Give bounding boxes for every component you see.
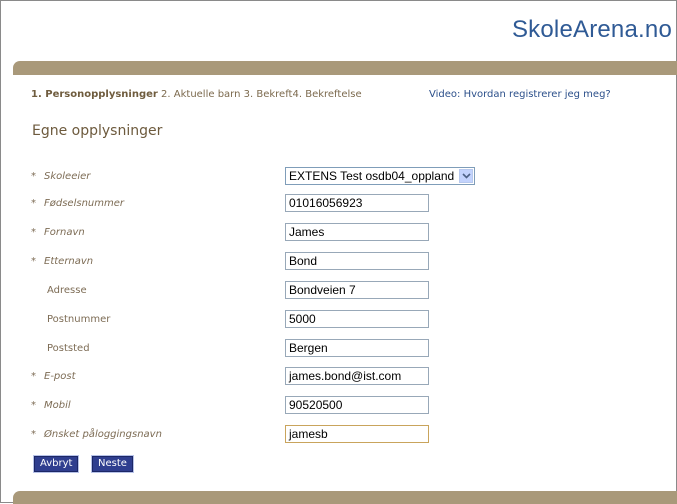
- fornavn-input[interactable]: James: [285, 223, 429, 241]
- row-fornavn: * Fornavn James: [1, 223, 677, 245]
- next-button[interactable]: Neste: [91, 455, 134, 473]
- step-bekreftelse: 4. Bekreftelse: [292, 89, 362, 100]
- etternavn-input[interactable]: Bond: [285, 252, 429, 270]
- adresse-label: Adresse: [47, 285, 87, 296]
- skoleeier-selected-value: EXTENS Test osdb04_oppland: [289, 169, 455, 183]
- row-etternavn: * Etternavn Bond: [1, 252, 677, 274]
- fodselsnummer-label: * Fødselsnummer: [31, 198, 124, 209]
- video-help-link[interactable]: Video: Hvordan registrerer jeg meg?: [429, 89, 611, 100]
- row-postnummer: Postnummer 5000: [1, 310, 677, 332]
- postnummer-input[interactable]: 5000: [285, 310, 429, 328]
- skoleeier-label: * Skoleeier: [31, 171, 91, 182]
- step-personopplysninger: 1. Personopplysninger: [31, 89, 158, 100]
- footer-bar: [13, 491, 677, 504]
- row-skoleeier: * Skoleeier EXTENS Test osdb04_oppland: [1, 167, 677, 189]
- row-fodselsnummer: * Fødselsnummer 01016056923: [1, 194, 677, 216]
- row-epost: * E-post james.bond@ist.com: [1, 367, 677, 389]
- row-mobil: * Mobil 90520500: [1, 396, 677, 418]
- poststed-label: Poststed: [47, 343, 90, 354]
- skoleeier-select[interactable]: EXTENS Test osdb04_oppland: [285, 167, 475, 185]
- mobil-label: * Mobil: [31, 400, 71, 411]
- step-aktuelle-barn: 2. Aktuelle barn: [161, 89, 241, 100]
- adresse-input[interactable]: Bondveien 7: [285, 281, 429, 299]
- postnummer-label: Postnummer: [47, 314, 111, 325]
- row-poststed: Poststed Bergen: [1, 339, 677, 361]
- chevron-down-icon[interactable]: [459, 169, 473, 183]
- header-bar: [13, 61, 677, 75]
- etternavn-label: * Etternavn: [31, 256, 94, 267]
- skolearena-logo: SkoleArena.no: [511, 16, 672, 43]
- mobil-input[interactable]: 90520500: [285, 396, 429, 414]
- page-frame: SkoleArena.no 1. Personopplysninger 2. A…: [0, 0, 677, 504]
- row-brukernavn: * Ønsket påloggingsnavn jamesb: [1, 425, 677, 447]
- row-adresse: Adresse Bondveien 7: [1, 281, 677, 303]
- epost-input[interactable]: james.bond@ist.com: [285, 367, 429, 385]
- poststed-input[interactable]: Bergen: [285, 339, 429, 357]
- epost-label: * E-post: [31, 371, 76, 382]
- cancel-button[interactable]: Avbryt: [32, 455, 80, 473]
- brukernavn-label: * Ønsket påloggingsnavn: [31, 429, 162, 440]
- section-title: Egne opplysninger: [32, 123, 163, 139]
- fodselsnummer-input[interactable]: 01016056923: [285, 194, 429, 212]
- step-bekreft: 3. Bekreft: [243, 89, 293, 100]
- step-indicator: 1. Personopplysninger 2. Aktuelle barn 3…: [31, 89, 362, 100]
- brukernavn-input[interactable]: jamesb: [285, 425, 429, 443]
- fornavn-label: * Fornavn: [31, 227, 85, 238]
- required-star: *: [31, 171, 36, 182]
